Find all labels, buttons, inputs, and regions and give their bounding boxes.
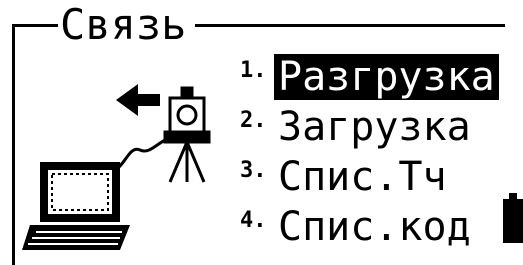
- menu-item-load[interactable]: 2. Загрузка: [240, 102, 499, 152]
- arrow-left-icon: [116, 84, 160, 116]
- menu-num: 2.: [240, 108, 267, 133]
- menu-num: 3.: [240, 158, 267, 183]
- menu-num: 4.: [240, 208, 267, 233]
- menu: 1. Разгрузка 2. Загрузка 3. Спис.Тч 4. С…: [240, 52, 499, 252]
- frame-top-right-line: [195, 24, 505, 27]
- menu-label: Загрузка: [278, 104, 471, 150]
- connection-illustration: [22, 84, 211, 250]
- total-station-icon: [163, 86, 211, 183]
- menu-item-point-list[interactable]: 3. Спис.Тч: [240, 152, 499, 202]
- battery-icon: [503, 193, 523, 243]
- lcd-screen: Связь 1. Разгрузка 2. Загрузка 3. Спис.Т…: [0, 0, 523, 265]
- menu-num: 1.: [240, 58, 267, 83]
- frame-top-left-line: [12, 24, 58, 27]
- laptop-icon: [22, 162, 130, 250]
- menu-label: Спис.Тч: [278, 154, 447, 200]
- menu-item-code-list[interactable]: 4. Спис.код: [240, 202, 499, 252]
- menu-label: Разгрузка: [274, 54, 499, 100]
- cable-icon: [114, 136, 171, 172]
- menu-label: Спис.код: [278, 204, 471, 250]
- screen-title: Связь: [60, 0, 187, 49]
- frame-left-line: [12, 24, 15, 265]
- menu-item-unload[interactable]: 1. Разгрузка: [240, 52, 499, 102]
